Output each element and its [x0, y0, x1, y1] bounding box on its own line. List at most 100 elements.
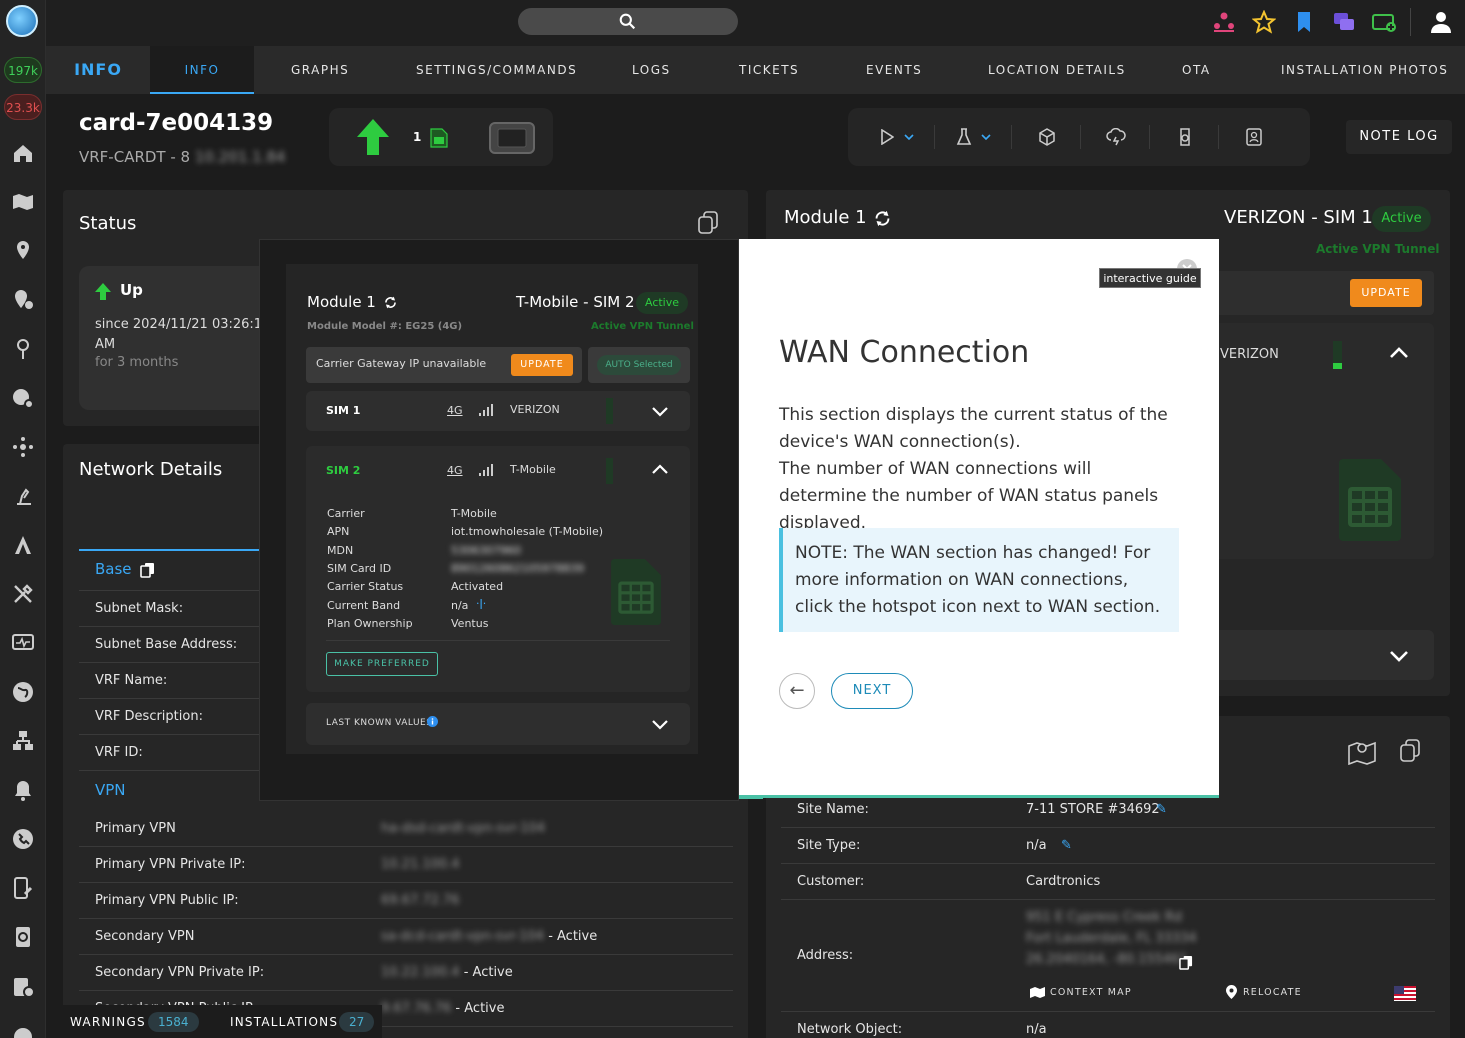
- guide-modal: WAN Connection This section displays the…: [739, 239, 1219, 798]
- chat-icon[interactable]: [9, 1021, 37, 1038]
- tab-installation-photos[interactable]: INSTALLATION PHOTOS: [1281, 46, 1448, 94]
- sim2-name[interactable]: SIM 2: [326, 464, 360, 477]
- installations-count-badge[interactable]: 27: [339, 1012, 375, 1032]
- globe-icon[interactable]: [9, 678, 37, 706]
- pin-icon[interactable]: [9, 335, 37, 363]
- edit-pencil-icon[interactable]: ✎: [1061, 828, 1072, 864]
- hierarchy-icon[interactable]: [9, 727, 37, 755]
- offline-count-badge[interactable]: 23.3k: [4, 94, 42, 120]
- chevron-down-icon[interactable]: [904, 134, 914, 140]
- cube-icon[interactable]: [1038, 128, 1056, 146]
- globe-settings-icon[interactable]: [9, 384, 37, 412]
- tab-ota[interactable]: OTA: [1182, 46, 1211, 94]
- phone-icon[interactable]: [9, 825, 37, 853]
- add-card-icon[interactable]: [1372, 10, 1396, 34]
- row-value: n/a: [1026, 1022, 1047, 1037]
- tab-logs[interactable]: LOGS: [632, 46, 671, 94]
- microscope-icon[interactable]: [9, 482, 37, 510]
- bell-icon[interactable]: [9, 776, 37, 804]
- star-icon[interactable]: [1252, 10, 1276, 34]
- chevron-up-icon[interactable]: [1389, 347, 1409, 359]
- update-button[interactable]: UPDATE: [511, 354, 573, 376]
- network-icon[interactable]: [9, 433, 37, 461]
- tab-settings-commands[interactable]: SETTINGS/COMMANDS: [416, 46, 577, 94]
- sim1-carrier: VERIZON: [510, 403, 560, 416]
- copy-icon[interactable]: [140, 562, 155, 578]
- play-icon[interactable]: [880, 129, 894, 145]
- copy-icon[interactable]: [1179, 955, 1193, 970]
- modal-title: WAN Connection: [779, 335, 1030, 370]
- base-row: VRF Name:: [79, 663, 259, 699]
- relocate-link[interactable]: RELOCATE: [1243, 987, 1302, 998]
- device-title: card-7e004139: [79, 110, 274, 136]
- gateway-bar: Carrier Gateway IP unavailable UPDATE: [306, 347, 582, 383]
- base-row: Subnet Mask:: [79, 591, 259, 627]
- address-line: Fort Lauderdale, FL 33334: [1026, 931, 1197, 946]
- chevron-down-icon[interactable]: [1389, 650, 1409, 662]
- address-row: Address: 951 E Cypress Creek Rd Fort Lau…: [781, 900, 1435, 1012]
- tab-location-details[interactable]: LOCATION DETAILS: [988, 46, 1126, 94]
- next-button[interactable]: NEXT: [831, 673, 913, 709]
- refresh-icon[interactable]: [384, 296, 397, 309]
- note-log-button[interactable]: NOTE LOG: [1346, 120, 1452, 154]
- search-bar[interactable]: [518, 8, 738, 35]
- row-label: Site Name:: [797, 802, 869, 817]
- device-reset-icon[interactable]: [1176, 127, 1194, 147]
- make-preferred-button[interactable]: MAKE PREFERRED: [326, 652, 438, 676]
- tab-events[interactable]: EVENTS: [866, 46, 922, 94]
- warnings-label[interactable]: WARNINGS: [70, 1015, 146, 1029]
- copy-icon[interactable]: [697, 211, 719, 235]
- online-count-badge[interactable]: 197k: [4, 57, 42, 83]
- home-icon[interactable]: [9, 139, 37, 167]
- tools-icon[interactable]: [9, 580, 37, 608]
- users-icon[interactable]: [1212, 10, 1236, 34]
- chevron-down-icon[interactable]: [981, 134, 991, 140]
- tab-bar: INFO INFO GRAPHS SETTINGS/COMMANDS LOGS …: [46, 46, 1465, 94]
- vpn-value: 9.67.76.76: [381, 1001, 452, 1016]
- detail-value: 5306307960: [451, 543, 521, 557]
- chevron-down-icon[interactable]: [651, 406, 669, 417]
- location-pin-icon[interactable]: [9, 237, 37, 265]
- cloud-lightning-icon[interactable]: [1106, 128, 1126, 146]
- copy-icon[interactable]: [1399, 739, 1421, 763]
- map-pin-icon[interactable]: [1348, 739, 1376, 765]
- clipboard-check-icon[interactable]: [9, 972, 37, 1000]
- device-refresh-icon[interactable]: [9, 923, 37, 951]
- tab-graphs[interactable]: GRAPHS: [291, 46, 349, 94]
- user-profile-icon[interactable]: [1429, 10, 1453, 34]
- installations-label[interactable]: INSTALLATIONS: [230, 1015, 338, 1029]
- update-button[interactable]: UPDATE: [1350, 279, 1422, 307]
- app-logo[interactable]: [6, 5, 38, 37]
- chevron-up-icon[interactable]: [651, 464, 669, 475]
- top-bar: [46, 0, 1465, 46]
- auto-select-box: AUTO Selected: [588, 347, 690, 383]
- tab-tickets[interactable]: TICKETS: [739, 46, 799, 94]
- vpn-status: - Active: [451, 1001, 505, 1016]
- collapsed-section-right[interactable]: [1219, 630, 1434, 680]
- device-edit-icon[interactable]: [9, 874, 37, 902]
- back-button[interactable]: ←: [779, 673, 815, 709]
- monitor-icon[interactable]: [9, 629, 37, 657]
- location-settings-icon[interactable]: [9, 286, 37, 314]
- network-details-title: Network Details: [79, 459, 223, 480]
- chevron-down-icon[interactable]: [651, 719, 669, 730]
- app-root: 197k 23.3k INFO INFO GRAPHS SETTINGS/COM…: [0, 0, 1465, 1038]
- last-known-values-row[interactable]: LAST KNOWN VALUES: [306, 703, 690, 745]
- refresh-icon[interactable]: [874, 210, 891, 227]
- warnings-count-badge[interactable]: 1584: [148, 1012, 199, 1032]
- contact-card-icon[interactable]: [1245, 127, 1263, 147]
- vpn-status: - Active: [544, 929, 598, 944]
- tab-info[interactable]: INFO: [150, 46, 254, 94]
- sim1-row[interactable]: SIM 1 4G VERIZON: [306, 391, 690, 431]
- bookmark-icon[interactable]: [1292, 10, 1316, 34]
- row-label: Primary VPN: [95, 821, 176, 836]
- context-map-link[interactable]: CONTEXT MAP: [1050, 987, 1132, 998]
- antenna-icon[interactable]: [9, 531, 37, 559]
- arrow-up-icon: [357, 119, 389, 155]
- chat-icon[interactable]: [1332, 10, 1356, 34]
- map-icon[interactable]: [9, 188, 37, 216]
- row-label: Customer:: [797, 874, 865, 889]
- flask-icon[interactable]: [956, 128, 972, 146]
- pop-module-title: Module 1: [307, 293, 376, 311]
- info-icon[interactable]: [427, 716, 438, 727]
